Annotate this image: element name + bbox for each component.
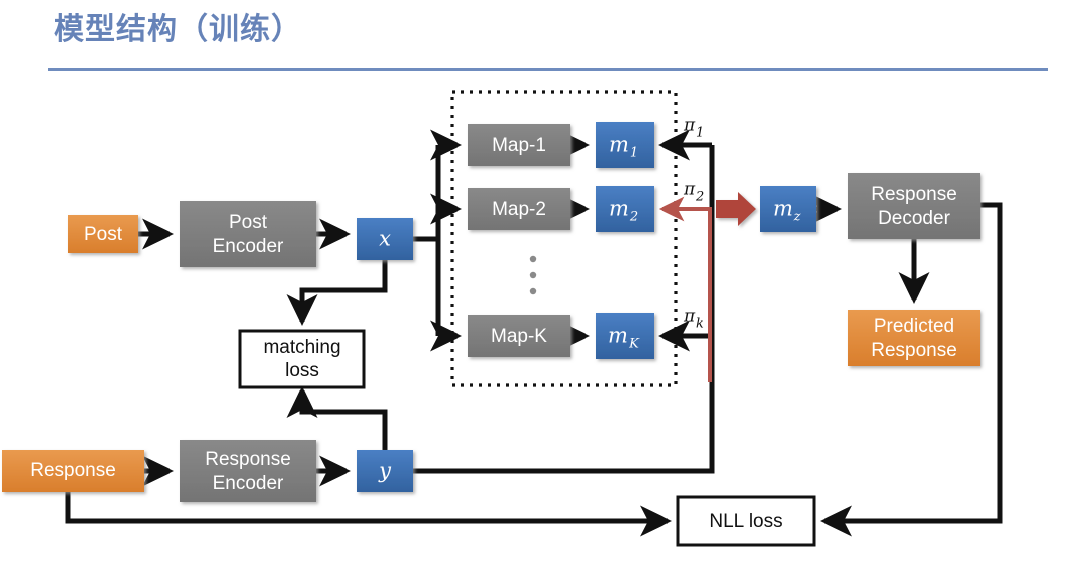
node-x-label: x — [379, 227, 391, 251]
node-m2-subscript: 2 — [629, 210, 638, 225]
node-matching-loss[interactable]: matching loss — [238, 329, 366, 389]
vertical-ellipsis-icon — [529, 255, 537, 295]
node-mk-subscript: K — [628, 337, 640, 352]
node-response-decoder-label-line1: Response — [871, 184, 957, 205]
model-architecture-diagram: Post Post Encoder x Map-1 Map-2 Map-K m … — [2, 90, 1003, 547]
pi-k-symbol: π — [683, 307, 696, 327]
edge-x-to-matching-loss — [286, 260, 388, 327]
node-mz-subscript: z — [793, 210, 801, 225]
node-response-encoder[interactable]: Response Encoder — [180, 440, 316, 502]
node-nll-loss-label: NLL loss — [709, 511, 782, 532]
node-predicted-response-label-line1: Predicted — [874, 316, 954, 337]
pi-1-subscript: 1 — [696, 126, 704, 141]
node-response[interactable]: Response — [2, 450, 144, 492]
node-post[interactable]: Post — [68, 215, 138, 253]
node-response-encoder-label-line1: Response — [205, 449, 291, 470]
edge-label-pi-2: π 2 — [683, 180, 704, 205]
pi-1-symbol: π — [683, 116, 696, 136]
node-map-k[interactable]: Map-K — [468, 315, 570, 357]
node-map-1-label: Map-1 — [492, 135, 546, 156]
node-mk-label: m — [608, 324, 628, 348]
node-post-encoder[interactable]: Post Encoder — [180, 201, 316, 267]
node-m1-label: m — [609, 133, 629, 157]
node-m2-label: m — [609, 197, 629, 221]
node-y-label: y — [378, 459, 392, 483]
pi-2-subscript: 2 — [695, 190, 704, 205]
node-x[interactable]: x — [357, 218, 413, 260]
node-post-encoder-label-line2: Encoder — [213, 236, 284, 257]
node-mk[interactable]: m K — [596, 313, 654, 359]
node-matching-loss-label-line2: loss — [285, 360, 319, 381]
node-response-encoder-label-line2: Encoder — [213, 473, 284, 494]
slide-canvas: 模型结构（训练） Post Post Encoder x Map-1 Map-2… — [0, 0, 1080, 572]
node-post-encoder-label-line1: Post — [229, 212, 268, 233]
node-m2[interactable]: m 2 — [596, 186, 654, 232]
node-map-2-label: Map-2 — [492, 199, 546, 220]
edge-label-pi-1: π 1 — [683, 116, 704, 141]
node-m1[interactable]: m 1 — [596, 122, 654, 168]
edge-label-pi-k: π k — [683, 307, 704, 332]
edge-response-to-nll-loss — [65, 492, 673, 537]
node-y[interactable]: y — [357, 450, 413, 492]
node-matching-loss-label-line1: matching — [263, 337, 340, 358]
node-m1-subscript: 1 — [630, 146, 638, 161]
node-mz-label: m — [773, 197, 793, 221]
pi-k-subscript: k — [696, 317, 704, 332]
mixture-block-arrow-icon — [716, 192, 756, 226]
node-mz[interactable]: m z — [760, 186, 816, 232]
node-map-k-label: Map-K — [491, 326, 547, 347]
node-response-decoder-label-line2: Decoder — [878, 208, 950, 229]
node-predicted-response[interactable]: Predicted Response — [848, 310, 980, 366]
node-map-1[interactable]: Map-1 — [468, 124, 570, 166]
node-post-label: Post — [84, 224, 123, 245]
node-nll-loss[interactable]: NLL loss — [676, 495, 816, 547]
node-response-decoder[interactable]: Response Decoder — [848, 173, 980, 239]
edge-pi-2-to-m2 — [658, 196, 712, 382]
pi-2-symbol: π — [683, 180, 696, 200]
node-map-2[interactable]: Map-2 — [468, 188, 570, 230]
node-response-label: Response — [30, 460, 116, 481]
node-predicted-response-label-line2: Response — [871, 340, 957, 361]
